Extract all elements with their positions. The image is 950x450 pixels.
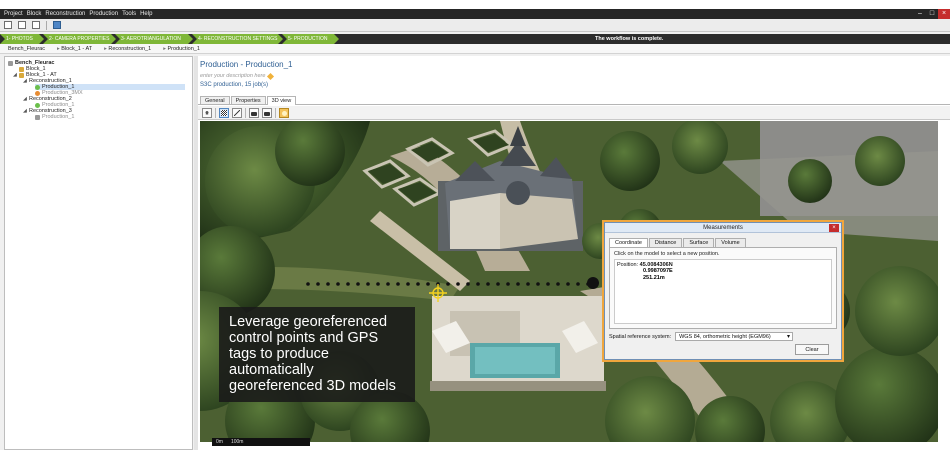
measurements-dialog: Measurements × Coordinate Distance Surfa… (604, 222, 842, 360)
production-summary: S3C production, 15 job(s) (200, 82, 269, 88)
breadcrumb: Bench_Fleurac Block_1 - AT Reconstructio… (0, 44, 950, 54)
window-controls: – □ × (914, 9, 950, 19)
breadcrumb-item[interactable]: Bench_Fleurac (8, 44, 45, 53)
measurement-tabs: Coordinate Distance Surface Volume (609, 238, 746, 247)
toolbar-separator (245, 107, 246, 118)
breadcrumb-item[interactable]: Reconstruction_1 (104, 44, 151, 53)
srs-row: Spatial reference system: WGS 84, orthom… (609, 332, 794, 342)
instruction-text: Click on the model to select a new posit… (614, 251, 720, 257)
breadcrumb-item[interactable]: Block_1 - AT (57, 44, 92, 53)
texture-mode-icon[interactable] (219, 107, 229, 118)
wireframe-mode-icon[interactable] (232, 107, 242, 118)
pencil-icon[interactable] (267, 72, 275, 80)
viewer-toolbar (198, 106, 950, 120)
lighting-icon[interactable] (279, 107, 289, 118)
workflow-bar: 1- PHOTOS 2- CAMERA PROPERTIES 3- AEROTR… (0, 34, 950, 44)
description-field[interactable]: enter your description here (200, 72, 275, 80)
promo-caption: Leverage georeferenced control points an… (219, 307, 415, 402)
home-view-icon[interactable] (202, 107, 212, 118)
menu-help[interactable]: Help (138, 11, 154, 17)
minimize-button[interactable]: – (914, 9, 926, 19)
menu-tools[interactable]: Tools (120, 11, 138, 17)
production-icon (35, 114, 40, 120)
position-label: Position: (617, 262, 639, 268)
menu-bar: Project Block Reconstruction Production … (0, 9, 950, 19)
workflow-step-reconstruction-settings[interactable]: 4- RECONSTRUCTION SETTINGS (192, 34, 283, 44)
new-project-icon[interactable] (4, 21, 12, 29)
block-icon (19, 72, 24, 78)
camera-icon[interactable] (249, 107, 259, 118)
scale-start: 0m (216, 439, 223, 445)
tree-item-label: Production_1 (42, 114, 75, 120)
position-longitude: 0.9987097E (643, 268, 673, 274)
title-strip (0, 0, 950, 9)
expand-arrow-icon: ◢ (23, 108, 27, 114)
coordinate-panel: Click on the model to select a new posit… (609, 247, 837, 329)
tab-distance[interactable]: Distance (648, 238, 683, 247)
tab-general[interactable]: General (200, 96, 230, 104)
main-toolbar (0, 19, 950, 32)
toolbar-separator (46, 20, 47, 30)
srs-label: Spatial reference system: (609, 333, 672, 340)
menu-reconstruction[interactable]: Reconstruction (43, 11, 87, 17)
block-icon (19, 66, 24, 72)
close-button[interactable]: × (938, 9, 950, 19)
detail-tabs: General Properties 3D view (198, 96, 950, 105)
tab-3d-view[interactable]: 3D view (266, 96, 297, 105)
position-height: 251.21m (643, 275, 665, 281)
dialog-close-icon[interactable]: × (829, 224, 839, 232)
open-project-icon[interactable] (18, 21, 26, 29)
toolbar-separator (215, 107, 216, 118)
position-readout: Position: 45.0084306N 0.9987097E 251.21m (614, 259, 832, 324)
description-placeholder: enter your description here (200, 73, 266, 79)
production-pending-icon (35, 90, 40, 96)
workflow-step-camera-properties[interactable]: 2- CAMERA PROPERTIES (43, 34, 116, 44)
scale-bar: 0m 100m (212, 438, 310, 446)
save-project-icon[interactable] (32, 21, 40, 29)
tab-properties[interactable]: Properties (230, 96, 266, 104)
maximize-button[interactable]: □ (926, 9, 938, 19)
menu-project[interactable]: Project (2, 11, 25, 17)
screenshot-icon[interactable] (262, 107, 272, 118)
clear-button[interactable]: Clear (795, 344, 829, 355)
expand-arrow-icon: ◢ (23, 78, 27, 84)
production-complete-icon (35, 102, 40, 108)
dialog-title: Measurements (605, 223, 841, 233)
project-icon (8, 60, 13, 66)
breadcrumb-item[interactable]: Production_1 (163, 44, 199, 53)
page-title: Production - Production_1 (200, 60, 293, 69)
tab-volume[interactable]: Volume (715, 238, 746, 247)
workflow-step-photos[interactable]: 1- PHOTOS (0, 34, 44, 44)
expand-arrow-icon: ◢ (13, 72, 17, 78)
tab-surface[interactable]: Surface (683, 238, 715, 247)
application-window: Project Block Reconstruction Production … (0, 0, 950, 450)
expand-arrow-icon: ◢ (23, 96, 27, 102)
scale-end: 100m (230, 439, 244, 445)
toolbar-separator (275, 107, 276, 118)
srs-select[interactable]: WGS 84, orthometric height (EGM96) (675, 332, 794, 342)
production-complete-icon (35, 84, 40, 90)
job-monitor-icon[interactable] (53, 21, 61, 29)
project-tree-panel: Bench_Fleurac Block_1 ◢ Block_1 - AT ◢ R… (4, 56, 193, 450)
menu-block[interactable]: Block (25, 11, 44, 17)
workflow-status: The workflow is complete. (595, 36, 664, 42)
menu-production[interactable]: Production (87, 11, 120, 17)
tree-item-reconstruction-3-production-1[interactable]: Production_1 (35, 114, 74, 120)
workflow-step-production[interactable]: 5- PRODUCTION (282, 34, 339, 44)
tab-coordinate[interactable]: Coordinate (609, 238, 648, 247)
workflow-step-aerotriangulation[interactable]: 3- AEROTRIANGULATION (115, 34, 193, 44)
